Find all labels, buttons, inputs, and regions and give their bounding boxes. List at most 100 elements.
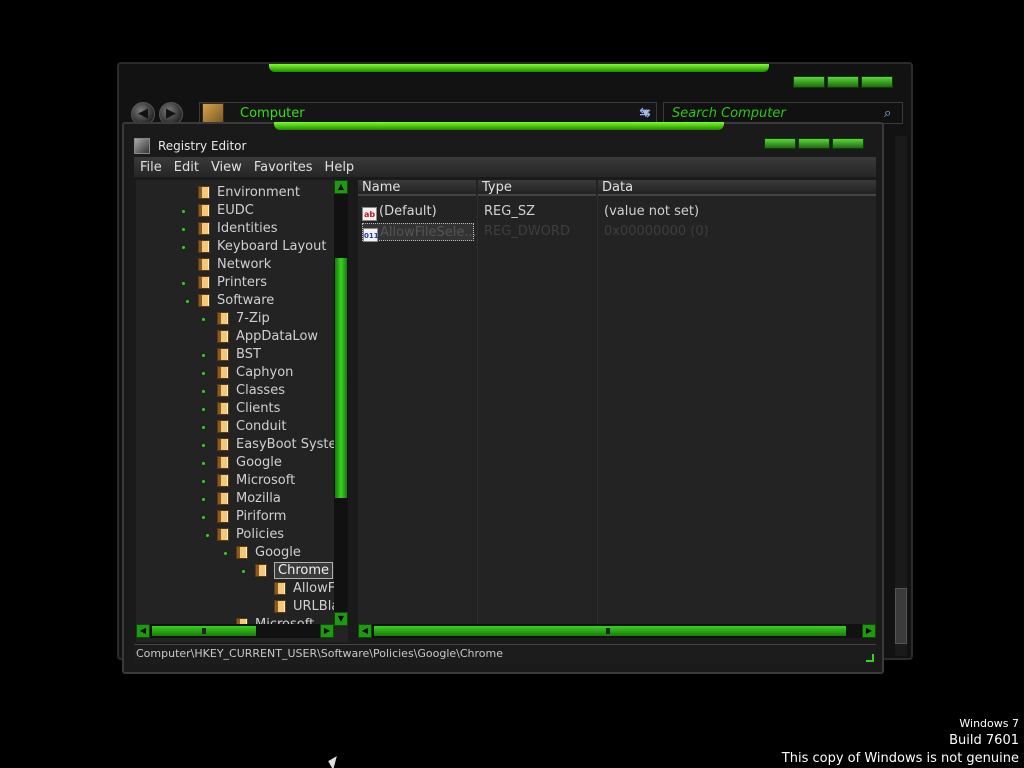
tree-item[interactable]: 7-Zip <box>217 309 270 327</box>
folder-icon <box>217 311 229 325</box>
maximize-button[interactable] <box>827 76 859 88</box>
tree-item[interactable]: Conduit <box>217 417 286 435</box>
tree-item-label: Google <box>255 544 301 560</box>
folder-icon <box>198 221 210 235</box>
minimize-button[interactable] <box>793 76 825 88</box>
search-input[interactable]: Search Computer ⌕ <box>663 102 903 124</box>
folder-icon <box>274 581 286 595</box>
scroll-thumb[interactable] <box>152 626 256 636</box>
menu-view[interactable]: View <box>205 160 248 175</box>
minimize-button[interactable] <box>764 138 796 149</box>
title-glow <box>274 122 724 130</box>
column-header-data[interactable]: Data <box>598 180 876 196</box>
tree-item-label: Mozilla <box>236 490 281 506</box>
resize-grip-icon[interactable] <box>866 654 874 662</box>
tree-item[interactable]: Clients <box>217 399 280 417</box>
watermark-os: Windows 7 <box>959 717 1019 730</box>
tree-item-label: URLBla <box>293 598 340 614</box>
tree-item-label: Clients <box>236 400 281 416</box>
values-horizontal-scrollbar[interactable]: ◀ ▶ <box>358 624 876 638</box>
value-row-selected[interactable]: 011AllowFileSele... REG_DWORD 0x00000000… <box>358 223 876 242</box>
address-text: Computer <box>240 105 305 121</box>
tree-item[interactable]: Microsoft <box>217 471 295 489</box>
folder-icon <box>217 455 229 469</box>
folder-icon <box>217 491 229 505</box>
tree-item-label: Piriform <box>236 508 287 524</box>
tree-item[interactable]: EasyBoot Syster <box>217 435 342 453</box>
folder-icon <box>198 203 210 217</box>
folder-icon <box>217 527 229 541</box>
menu-help[interactable]: Help <box>319 160 361 175</box>
scroll-thumb[interactable] <box>895 588 907 644</box>
folder-icon <box>198 239 210 253</box>
scroll-right-icon[interactable]: ▶ <box>320 624 334 638</box>
binary-value-icon: 011 <box>363 228 379 242</box>
folder-icon <box>198 185 210 199</box>
tree-item[interactable]: Environment <box>198 183 300 201</box>
tree-item[interactable]: URLBla <box>274 597 339 615</box>
tree-item-label: EasyBoot Syster <box>236 436 342 452</box>
folder-icon <box>198 257 210 271</box>
tree-item[interactable]: Google <box>217 453 282 471</box>
computer-icon <box>202 103 224 123</box>
refresh-icon[interactable]: ⇆ <box>633 102 657 124</box>
maximize-button[interactable] <box>798 138 830 149</box>
column-header-name[interactable]: Name <box>358 180 476 196</box>
caption-buttons <box>764 138 864 149</box>
tree-item-label: Environment <box>217 184 301 200</box>
menu-favorites[interactable]: Favorites <box>248 160 319 175</box>
tree-item-label: EUDC <box>217 202 254 218</box>
value-data: (value not set) <box>604 204 700 219</box>
close-button[interactable] <box>832 138 864 149</box>
tree-item[interactable]: AllowF <box>274 579 335 597</box>
folder-open-icon <box>255 563 267 577</box>
tree-item[interactable]: Classes <box>217 381 285 399</box>
tree-item[interactable]: EUDC <box>198 201 254 219</box>
column-header-type[interactable]: Type <box>478 180 596 196</box>
scroll-right-icon[interactable]: ▶ <box>862 624 876 638</box>
tree-item-label: Classes <box>236 382 285 398</box>
scroll-thumb[interactable] <box>335 258 347 498</box>
tree-item[interactable]: Piriform <box>217 507 286 525</box>
status-path: Computer\HKEY_CURRENT_USER\Software\Poli… <box>136 647 504 660</box>
menu-file[interactable]: File <box>134 160 168 175</box>
folder-icon <box>198 275 210 289</box>
value-name: AllowFileSele... <box>380 225 477 240</box>
tree-item[interactable]: Identities <box>198 219 278 237</box>
scroll-left-icon[interactable]: ◀ <box>358 624 372 638</box>
search-icon[interactable]: ⌕ <box>884 106 902 121</box>
value-row[interactable]: ab (Default) REG_SZ (value not set) <box>358 203 876 221</box>
close-button[interactable] <box>861 76 893 88</box>
tree-horizontal-scrollbar[interactable]: ◀ ▶ <box>136 624 334 638</box>
tree-item[interactable]: Network <box>198 255 271 273</box>
address-bar[interactable]: Computer ▼ <box>199 102 657 124</box>
folder-icon <box>274 599 286 613</box>
tree-item-label: AllowF <box>293 580 336 596</box>
menu-edit[interactable]: Edit <box>168 160 205 175</box>
folder-icon <box>217 437 229 451</box>
tree-item[interactable]: Google <box>236 543 301 561</box>
tree-item[interactable]: Software <box>198 291 274 309</box>
folder-icon <box>217 473 229 487</box>
registry-editor-window: Registry Editor File Edit View Favorites… <box>122 122 884 674</box>
explorer-scrollbar[interactable] <box>895 136 907 656</box>
scroll-thumb[interactable] <box>374 626 846 636</box>
tree-item[interactable]: Keyboard Layout <box>198 237 326 255</box>
tree-item[interactable]: Caphyon <box>217 363 293 381</box>
scroll-down-icon[interactable]: ▼ <box>334 612 348 626</box>
tree-item-selected[interactable]: Chrome <box>255 561 333 579</box>
tree-item-label: Microsoft <box>236 472 296 488</box>
value-type: REG_SZ <box>484 204 535 219</box>
tree-item[interactable]: BST <box>217 345 261 363</box>
tree-item-label: Chrome <box>274 561 333 579</box>
tree-vertical-scrollbar[interactable]: ▲ ▼ <box>334 180 348 626</box>
tree-item-label: Conduit <box>236 418 287 434</box>
tree-item[interactable]: AppDataLow <box>217 327 318 345</box>
tree-item[interactable]: Printers <box>198 273 267 291</box>
tree-item[interactable]: Mozilla <box>217 489 281 507</box>
tree-item[interactable]: Policies <box>217 525 284 543</box>
scroll-up-icon[interactable]: ▲ <box>334 180 348 194</box>
folder-icon <box>236 545 248 559</box>
tree-item-label: Software <box>217 292 275 308</box>
scroll-left-icon[interactable]: ◀ <box>136 624 150 638</box>
